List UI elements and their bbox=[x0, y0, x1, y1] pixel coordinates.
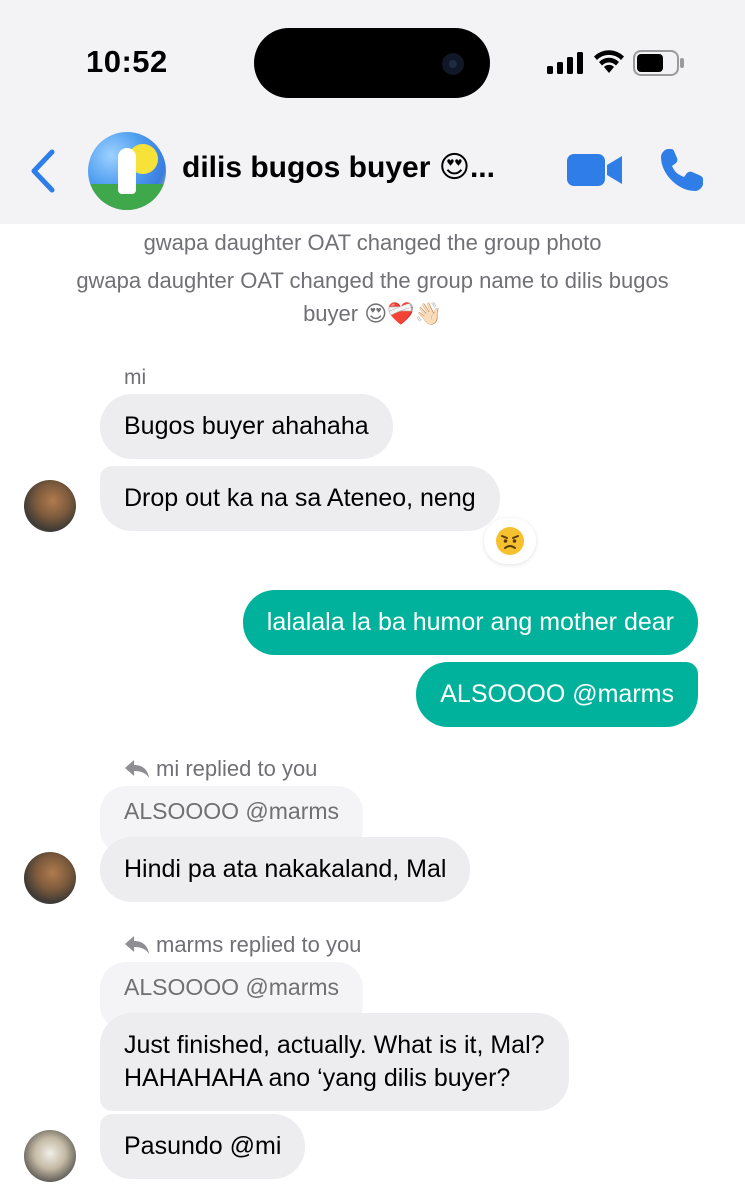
message-text-line: HAHAHAHA ano ‘yang dilis buyer? bbox=[124, 1064, 511, 1092]
front-camera-icon bbox=[442, 53, 464, 75]
battery-icon bbox=[633, 50, 684, 76]
cellular-signal-icon bbox=[547, 52, 583, 74]
status-bar: 10:52 bbox=[0, 0, 745, 120]
message-bubble-outgoing[interactable]: ALSOOOO @marms bbox=[416, 662, 698, 727]
chat-header: dilis bugos buyer 😍... bbox=[0, 120, 745, 224]
message-bubble-incoming[interactable]: Drop out ka na sa Ateneo, neng bbox=[100, 466, 500, 531]
phone-icon[interactable] bbox=[658, 146, 706, 194]
message-text-line: Just finished, actually. What is it, Mal… bbox=[124, 1031, 545, 1059]
sender-name: mi bbox=[124, 366, 147, 389]
video-camera-icon[interactable] bbox=[567, 152, 623, 188]
message-bubble-incoming[interactable]: Pasundo @mi bbox=[100, 1114, 306, 1179]
message-bubble-incoming[interactable]: Hindi pa ata nakakaland, Mal bbox=[100, 837, 471, 902]
dynamic-island bbox=[254, 28, 490, 98]
reply-label: mi replied to you bbox=[124, 756, 317, 782]
avatar[interactable] bbox=[24, 852, 76, 904]
reply-label: marms replied to you bbox=[124, 932, 361, 958]
chevron-left-icon[interactable] bbox=[28, 148, 58, 194]
system-message: gwapa daughter OAT changed the group nam… bbox=[76, 268, 669, 293]
chat-title[interactable]: dilis bugos buyer 😍... bbox=[182, 150, 495, 185]
avatar[interactable] bbox=[24, 480, 76, 532]
message-bubble-incoming[interactable]: Just finished, actually. What is it, Mal… bbox=[100, 1013, 569, 1111]
system-message: buyer 😍❤️‍🩹👋🏻 bbox=[303, 301, 442, 326]
system-message: gwapa daughter OAT changed the group pho… bbox=[143, 230, 602, 255]
angry-face-icon bbox=[496, 527, 524, 555]
message-bubble-incoming[interactable]: Bugos buyer ahahaha bbox=[100, 394, 393, 459]
status-time: 10:52 bbox=[86, 44, 168, 79]
group-avatar[interactable] bbox=[88, 132, 166, 210]
wifi-icon bbox=[594, 50, 624, 73]
message-bubble-outgoing[interactable]: lalalala la ba humor ang mother dear bbox=[242, 590, 698, 655]
reply-arrow-icon bbox=[125, 936, 149, 954]
reply-arrow-icon bbox=[125, 760, 149, 778]
message-reaction[interactable] bbox=[484, 518, 536, 564]
avatar[interactable] bbox=[24, 1130, 76, 1182]
